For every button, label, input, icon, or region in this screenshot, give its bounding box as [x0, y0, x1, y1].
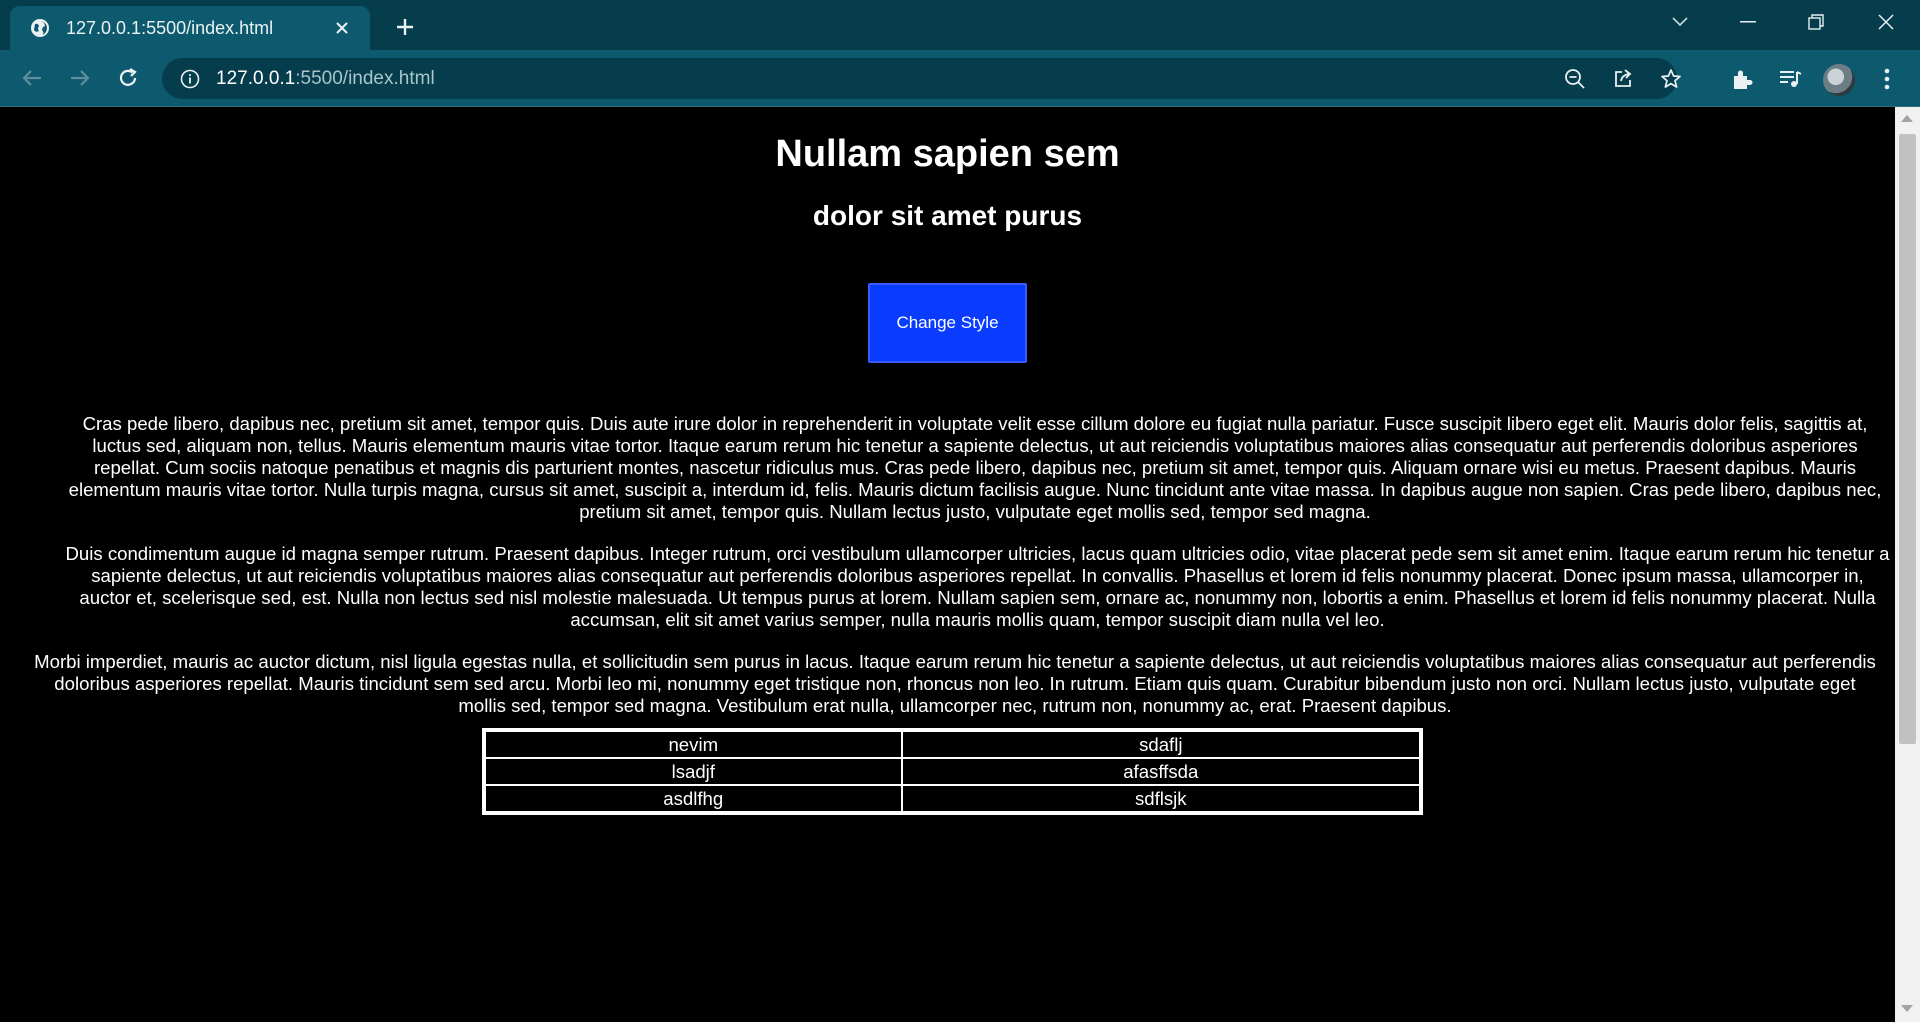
- table-row: lsadjf afasffsda: [485, 758, 1420, 785]
- chevron-down-icon[interactable]: [1656, 4, 1704, 40]
- address-bar[interactable]: 127.0.0.1:5500/index.html: [162, 58, 1681, 99]
- reload-icon[interactable]: [110, 60, 146, 96]
- scroll-up-arrow[interactable]: [1901, 115, 1913, 122]
- change-style-button[interactable]: Change Style: [868, 283, 1027, 363]
- url-host: 127.0.0.1: [216, 67, 296, 89]
- globe-icon: [28, 16, 52, 40]
- avatar[interactable]: [1823, 64, 1855, 96]
- star-icon[interactable]: [1658, 66, 1684, 92]
- close-icon[interactable]: [328, 14, 356, 42]
- table-cell: sdaflj: [901, 731, 1420, 758]
- extensions-icon[interactable]: [1727, 64, 1757, 94]
- paragraph-3: Morbi imperdiet, mauris ac auctor dictum…: [34, 651, 1876, 716]
- tab-title: 127.0.0.1:5500/index.html: [66, 17, 274, 38]
- tab-strip: 127.0.0.1:5500/index.html: [0, 0, 1920, 50]
- scroll-down-arrow[interactable]: [1901, 1005, 1913, 1012]
- browser-chrome: 127.0.0.1:5500/index.html 127.0.0.1:5500…: [0, 0, 1920, 107]
- close-window-icon[interactable]: [1862, 4, 1910, 40]
- table-cell: afasffsda: [901, 758, 1420, 785]
- page-title: Nullam sapien sem: [775, 133, 1120, 175]
- menu-icon[interactable]: [1872, 64, 1902, 94]
- paragraph-1: Cras pede libero, dapibus nec, pretium s…: [68, 413, 1882, 522]
- scrollbar-thumb[interactable]: [1899, 134, 1916, 744]
- data-table: nevim sdaflj lsadjf afasffsda asdlfhg sd…: [482, 728, 1423, 815]
- table-cell: nevim: [485, 731, 902, 758]
- toolbar: 127.0.0.1:5500/index.html: [0, 50, 1920, 107]
- paragraph-2: Duis condimentum augue id magna semper r…: [65, 543, 1890, 630]
- url-text: 127.0.0.1:5500/index.html: [216, 68, 435, 90]
- restore-icon[interactable]: [1792, 4, 1840, 40]
- back-icon[interactable]: [14, 60, 50, 96]
- info-icon[interactable]: [178, 67, 202, 91]
- forward-icon[interactable]: [62, 60, 98, 96]
- page-subtitle: dolor sit amet purus: [812, 200, 1083, 231]
- table-cell: asdlfhg: [485, 785, 902, 812]
- tab-active[interactable]: 127.0.0.1:5500/index.html: [10, 6, 370, 50]
- url-path: :5500/index.html: [295, 67, 435, 89]
- page-viewport: Nullam sapien sem dolor sit amet purus C…: [0, 107, 1895, 1022]
- minimize-icon[interactable]: [1724, 4, 1772, 40]
- plus-icon[interactable]: [390, 12, 420, 42]
- table-cell: sdflsjk: [901, 785, 1420, 812]
- share-icon[interactable]: [1610, 66, 1636, 92]
- table-row: asdlfhg sdflsjk: [485, 785, 1420, 812]
- zoom-out-icon[interactable]: [1562, 66, 1588, 92]
- table-row: nevim sdaflj: [485, 731, 1420, 758]
- table-cell: lsadjf: [485, 758, 902, 785]
- media-icon[interactable]: [1775, 64, 1805, 94]
- vertical-scrollbar[interactable]: [1895, 107, 1920, 1022]
